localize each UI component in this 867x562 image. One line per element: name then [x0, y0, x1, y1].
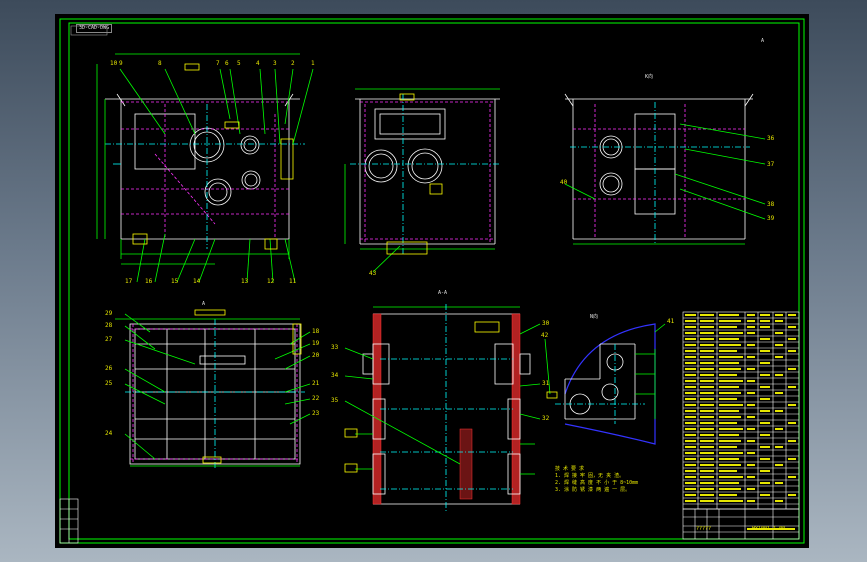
- part-number: 14: [193, 278, 201, 285]
- part-number: 4: [256, 60, 260, 67]
- part-number: 39: [767, 215, 775, 222]
- part-number: 24: [105, 430, 113, 437]
- part-number: 32: [542, 415, 550, 422]
- notes-line: 3. 涂 防 锈 漆 两 遍 一 层。: [555, 487, 631, 493]
- part-number: 33: [331, 344, 339, 351]
- part-number: 25: [105, 380, 113, 387]
- view-label-a: A: [202, 301, 206, 307]
- part-number: 28: [105, 322, 113, 329]
- part-number: 34: [331, 372, 339, 379]
- part-number: 20: [312, 352, 320, 359]
- detail-view: [544, 323, 666, 445]
- part-number: 5: [237, 60, 241, 67]
- inner-border: [68, 22, 800, 540]
- title-block: [682, 508, 800, 540]
- part-number: 13: [241, 278, 249, 285]
- part-number: 15: [171, 278, 179, 285]
- part-number: 43: [369, 270, 377, 277]
- part-number: 37: [767, 161, 775, 168]
- section-label-aa: A-A: [438, 290, 448, 296]
- part-number: 21: [312, 380, 320, 387]
- part-number: 23: [312, 410, 320, 417]
- part-number: 2: [291, 60, 295, 67]
- part-number: 35: [331, 397, 339, 404]
- part-number: 42: [541, 332, 549, 339]
- drawing-number: HY1001-1-00: [752, 526, 786, 532]
- plan-view: [115, 309, 311, 469]
- technical-notes: 技 术 要 求 1. 焊 接 牢 固，无 夹 渣。 2. 焊 缝 高 度 不 小…: [555, 466, 638, 494]
- part-number: 27: [105, 336, 113, 343]
- part-number: 1: [311, 60, 315, 67]
- part-number: 12: [267, 278, 275, 285]
- k-view: [564, 93, 766, 245]
- part-number: 18: [312, 328, 320, 335]
- left-margin-block: [59, 498, 79, 544]
- part-number: 22: [312, 395, 320, 402]
- front-view: [96, 53, 314, 283]
- part-number: 30: [542, 320, 550, 327]
- part-number: 3: [273, 60, 277, 67]
- part-number: 8: [158, 60, 162, 67]
- part-number: 29: [105, 310, 113, 317]
- notes-title: 技 术 要 求: [555, 466, 585, 472]
- part-number: 7: [216, 60, 220, 67]
- title-block-stamp: ?????: [696, 526, 712, 532]
- cad-application-window: 3D-CAD-DWG A K向 A-A A N向 10 9 8 7 6 5 4 …: [0, 0, 867, 562]
- part-number: 26: [105, 365, 113, 372]
- part-number: 41: [667, 318, 675, 325]
- part-number: 36: [767, 135, 775, 142]
- part-number: 31: [542, 380, 550, 387]
- part-number: 19: [312, 340, 320, 347]
- view-mark-a: A: [761, 38, 765, 44]
- part-number: 40: [560, 179, 568, 186]
- part-number: 16: [145, 278, 153, 285]
- notes-line: 1. 焊 接 牢 固，无 夹 渣。: [555, 473, 625, 479]
- notes-line: 2. 焊 缝 高 度 不 小 于 8~10mm: [555, 480, 639, 486]
- section-view: [344, 304, 541, 512]
- part-number: 11: [289, 278, 297, 285]
- part-number: 17: [125, 278, 133, 285]
- part-number: 38: [767, 201, 775, 208]
- cad-drawing-canvas: [59, 18, 805, 544]
- part-number: 9: [119, 60, 123, 67]
- part-number: 6: [225, 60, 229, 67]
- view-label-k: K向: [645, 74, 654, 80]
- drawing-title-tag: 3D-CAD-DWG: [76, 24, 113, 33]
- part-number: 10: [110, 60, 118, 67]
- drawing-viewport[interactable]: 3D-CAD-DWG A K向 A-A A N向 10 9 8 7 6 5 4 …: [55, 14, 809, 548]
- view-label-n: N向: [590, 314, 599, 320]
- side-view: [344, 88, 500, 273]
